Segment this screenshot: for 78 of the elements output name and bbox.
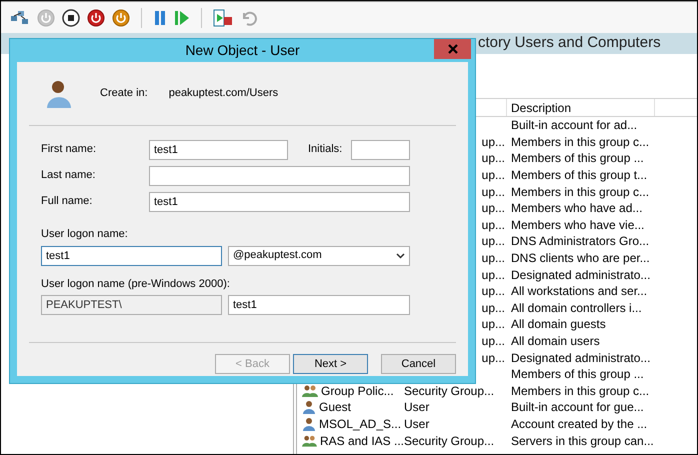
field-label: Initials: bbox=[308, 142, 344, 158]
table-cell-text: Members of this group ... bbox=[510, 150, 644, 168]
table-cell-text: DNS Administrators Gro... bbox=[510, 233, 650, 250]
user-icon bbox=[302, 400, 316, 414]
text-field[interactable]: test1 bbox=[41, 246, 222, 266]
table-cell-text: up... bbox=[482, 184, 505, 201]
table-cell-text: up... bbox=[482, 150, 505, 168]
table-cell-text: All domain controllers i... bbox=[510, 300, 642, 317]
table-cell-text: Account created by the ... bbox=[510, 416, 648, 433]
power-icon[interactable] bbox=[112, 8, 130, 26]
table-cell-text: Members who have vie... bbox=[510, 216, 644, 234]
table-cell-text: Members in this group c... bbox=[510, 134, 650, 151]
table-cell-text: RAS and IAS ... bbox=[320, 432, 404, 450]
table-cell-text: up... bbox=[482, 250, 505, 268]
group-icon bbox=[302, 384, 318, 398]
table-cell-text: Members of this group t... bbox=[510, 167, 648, 184]
table-cell-text: up... bbox=[482, 216, 505, 234]
dialog-button[interactable]: Cancel bbox=[381, 354, 456, 374]
close-button[interactable] bbox=[434, 39, 471, 59]
field-label: Last name: bbox=[41, 168, 96, 184]
table-cell-text: Members in this group c... bbox=[510, 382, 650, 400]
table-cell-text: All domain users bbox=[510, 333, 600, 350]
table-cell-text: Servers in this group can... bbox=[510, 432, 654, 450]
pause-icon[interactable] bbox=[153, 10, 167, 26]
table-cell-text: Security Group... bbox=[404, 432, 494, 450]
table-cell-text: up... bbox=[482, 350, 505, 367]
dialog-button[interactable]: Next > bbox=[293, 354, 368, 374]
chevron-down-icon bbox=[396, 252, 405, 258]
table-cell-text: Designated administrato... bbox=[510, 266, 650, 284]
table-cell-text: User bbox=[404, 416, 430, 433]
group-icon bbox=[302, 434, 317, 448]
dialog-title: New Object - User bbox=[185, 41, 300, 60]
table-cell-text: Designated administrato... bbox=[510, 350, 650, 367]
table-cell-text: Built-in account for ad... bbox=[510, 117, 638, 134]
table-cell-text: up... bbox=[482, 333, 505, 350]
domain-dropdown[interactable]: @peakuptest.com bbox=[228, 246, 410, 266]
table-cell-text: Members of this group ... bbox=[510, 366, 644, 384]
table-cell-text: up... bbox=[482, 167, 505, 184]
field-label: Create in: bbox=[100, 86, 148, 102]
text-field[interactable]: test1 bbox=[149, 140, 288, 160]
close-icon bbox=[448, 44, 458, 54]
table-cell-text: All domain guests bbox=[510, 316, 606, 334]
table-cell-text: up... bbox=[482, 316, 505, 334]
text-field[interactable] bbox=[351, 140, 410, 160]
table-cell-text: DNS clients who are per... bbox=[510, 250, 650, 268]
table-cell-text: up... bbox=[482, 283, 505, 300]
table-cell-text: up... bbox=[482, 266, 505, 284]
window-title: ctory Users and Computers bbox=[478, 33, 661, 54]
column-heading: Description bbox=[507, 99, 655, 116]
text-field[interactable] bbox=[149, 166, 410, 186]
field-label: peakuptest.com/Users bbox=[168, 86, 278, 102]
table-cell-text: Built-in account for gue... bbox=[510, 399, 644, 416]
table-cell-text: Group Polic... bbox=[321, 382, 394, 400]
table-cell-text: User bbox=[404, 399, 430, 416]
table-cell-text: up... bbox=[482, 300, 505, 317]
table-cell-text: Members in this group c... bbox=[510, 184, 650, 201]
text-field[interactable]: test1 bbox=[228, 295, 410, 315]
stop-icon[interactable] bbox=[62, 8, 80, 26]
document-play-icon[interactable] bbox=[213, 8, 233, 26]
user-icon bbox=[302, 416, 316, 431]
play-icon[interactable] bbox=[174, 10, 190, 26]
table-cell-text: All workstations and ser... bbox=[510, 283, 648, 300]
field-label: Full name: bbox=[41, 194, 94, 210]
field-label: First name: bbox=[41, 142, 98, 158]
network-icon[interactable] bbox=[10, 8, 30, 26]
field-label: User logon name (pre-Windows 2000): bbox=[41, 276, 231, 292]
user-icon bbox=[45, 78, 73, 108]
table-cell-text: Members who have ad... bbox=[510, 200, 642, 218]
field-label: User logon name: bbox=[41, 227, 129, 242]
text-field[interactable]: PEAKUPTEST\ bbox=[41, 295, 222, 315]
table-cell-text: up... bbox=[482, 200, 505, 218]
table-cell-text: MSOL_AD_S... bbox=[319, 416, 402, 433]
power-icon[interactable] bbox=[87, 8, 105, 26]
table-cell-text: up... bbox=[482, 134, 505, 151]
text-field[interactable]: test1 bbox=[149, 192, 410, 212]
table-cell-text: Guest bbox=[319, 399, 352, 416]
table-cell-text: Security Group... bbox=[404, 382, 494, 400]
table-cell-text: up... bbox=[482, 233, 505, 250]
